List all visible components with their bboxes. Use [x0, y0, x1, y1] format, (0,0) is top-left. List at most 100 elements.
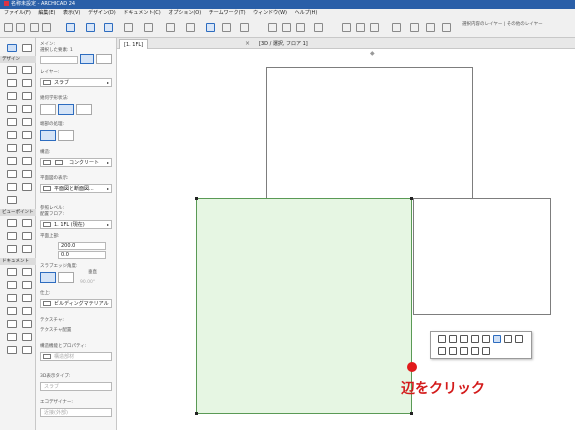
elevation-tool-icon[interactable]	[22, 219, 32, 227]
menu-window[interactable]: ウィンドウ(W)	[253, 10, 287, 16]
menu-design[interactable]: デザイン(D)	[88, 10, 116, 16]
angle-dimension-icon[interactable]	[22, 281, 32, 289]
magic-wand-icon[interactable]	[240, 23, 249, 32]
library-tool-icon[interactable]	[22, 183, 32, 191]
menu-options[interactable]: オプション(O)	[168, 10, 201, 16]
skylight-tool-icon[interactable]	[22, 131, 32, 139]
menu-teamwork[interactable]: チームワーク(T)	[209, 10, 246, 16]
window-tool-icon[interactable]	[7, 131, 17, 139]
trim-icon[interactable]	[268, 23, 277, 32]
slab-settings-button[interactable]	[80, 54, 94, 64]
slab-shape-button[interactable]	[96, 54, 112, 64]
home-story-select[interactable]: 1. 1FL (現在) ▸	[40, 220, 112, 229]
radial-dimension-icon[interactable]	[7, 281, 17, 289]
slab-corner-handle[interactable]	[410, 412, 413, 415]
offset-all-icon[interactable]	[482, 335, 490, 343]
line-tool-icon[interactable]	[22, 307, 32, 315]
level-dimension-icon[interactable]	[22, 268, 32, 276]
group-icon[interactable]	[356, 23, 365, 32]
zone-tool-icon[interactable]	[7, 157, 17, 165]
toolbox-section-design[interactable]: デザイン	[0, 56, 36, 63]
offset-edge-icon[interactable]	[471, 335, 479, 343]
pen-icon[interactable]	[186, 23, 195, 32]
railing-tool-icon[interactable]	[22, 105, 32, 113]
dimension-tool-icon[interactable]	[7, 268, 17, 276]
tab-floor-plan[interactable]: [1. 1FL]	[119, 39, 149, 49]
grid-snap-icon[interactable]	[124, 23, 133, 32]
structure-select[interactable]: コンクリート ▸	[40, 158, 112, 167]
morph-tool-icon[interactable]	[7, 170, 17, 178]
selection-control[interactable]	[40, 56, 78, 64]
shell-tool-icon[interactable]	[22, 92, 32, 100]
drag-icon[interactable]	[438, 347, 446, 355]
menu-file[interactable]: ファイル(F)	[4, 10, 31, 16]
guide-icon[interactable]	[222, 23, 231, 32]
toolbox-section-viewpoint[interactable]: ビューポイント	[0, 209, 36, 216]
hotlink-icon[interactable]	[392, 23, 401, 32]
menu-help[interactable]: ヘルプ(H)	[295, 10, 318, 16]
slab-corner-handle[interactable]	[195, 197, 198, 200]
fill-tool-icon[interactable]	[7, 307, 17, 315]
label-tool-icon[interactable]	[22, 294, 32, 302]
resize-icon[interactable]	[482, 347, 490, 355]
polyline-tool-icon[interactable]	[22, 320, 32, 328]
classification-select[interactable]: 構造部材	[40, 352, 112, 361]
hotspot-tool-icon[interactable]	[22, 333, 32, 341]
toolbox-section-document[interactable]: ドキュメント	[0, 258, 36, 265]
drawing-tool-icon[interactable]	[22, 346, 32, 354]
line-tool-icon[interactable]	[86, 23, 95, 32]
property-icon[interactable]	[342, 23, 351, 32]
interior-elevation-icon[interactable]	[7, 232, 17, 240]
layer-select[interactable]: スラブ ▸	[40, 78, 112, 87]
eco-select[interactable]: 近接(外部)	[40, 408, 112, 417]
geometry-flat-button[interactable]	[40, 104, 56, 115]
curve-icon[interactable]	[144, 23, 153, 32]
snap-icon[interactable]	[206, 23, 215, 32]
worksheet-tool-icon[interactable]	[22, 232, 32, 240]
circle-tool-icon[interactable]	[7, 320, 17, 328]
edge-custom-button[interactable]	[58, 130, 74, 141]
geometry-sloped-button[interactable]	[58, 104, 74, 115]
slab-tool-icon[interactable]	[22, 79, 32, 87]
tab-3d[interactable]: [3D / 選択, フロア 1]	[255, 39, 312, 49]
slab-corner-handle[interactable]	[410, 197, 413, 200]
curtain-wall-tool-icon[interactable]	[7, 118, 17, 126]
eyedropper-icon[interactable]	[42, 23, 51, 32]
arrow-select-icon[interactable]	[66, 23, 75, 32]
edge-vertical-button[interactable]	[40, 130, 56, 141]
redo-icon[interactable]	[16, 23, 25, 32]
detail-icon[interactable]	[410, 23, 419, 32]
marquee-tool-icon[interactable]	[22, 44, 32, 52]
geometry-curved-button[interactable]	[76, 104, 92, 115]
slab-corner-handle[interactable]	[195, 412, 198, 415]
mesh-tool-icon[interactable]	[22, 157, 32, 165]
lamp-tool-icon[interactable]	[22, 144, 32, 152]
worksheet-icon[interactable]	[426, 23, 435, 32]
detail-tool-icon[interactable]	[7, 245, 17, 253]
cabinet-tool-icon[interactable]	[7, 183, 17, 191]
section-tool-icon[interactable]	[7, 219, 17, 227]
wall-tool-icon[interactable]	[7, 66, 17, 74]
plan-select[interactable]: 平面図と断面図... ▸	[40, 184, 112, 193]
intersect-icon[interactable]	[314, 23, 323, 32]
arrow-tool-icon[interactable]	[7, 44, 17, 52]
texture-value[interactable]: テクスチャ配置	[40, 328, 71, 334]
subtract-icon[interactable]	[504, 335, 512, 343]
move-node-icon[interactable]	[449, 335, 457, 343]
menu-document[interactable]: ドキュメント(C)	[123, 10, 160, 16]
roof-tool-icon[interactable]	[7, 92, 17, 100]
selected-slab[interactable]	[196, 198, 412, 414]
push-pull-icon[interactable]	[493, 335, 501, 343]
right-slab-outline[interactable]	[413, 198, 551, 315]
edge-angle-vertical-button[interactable]	[40, 272, 56, 283]
rotate-icon[interactable]	[449, 347, 457, 355]
add-icon[interactable]	[515, 335, 523, 343]
beam-tool-icon[interactable]	[7, 79, 17, 87]
menu-edit[interactable]: 編集(E)	[38, 10, 55, 16]
text-tool-icon[interactable]	[7, 294, 17, 302]
layer-combo-icon[interactable]	[442, 23, 451, 32]
adjust-icon[interactable]	[296, 23, 305, 32]
offset-input[interactable]: 0.0	[58, 251, 106, 259]
arrow-tool-icon[interactable]	[104, 23, 113, 32]
split-icon[interactable]	[282, 23, 291, 32]
